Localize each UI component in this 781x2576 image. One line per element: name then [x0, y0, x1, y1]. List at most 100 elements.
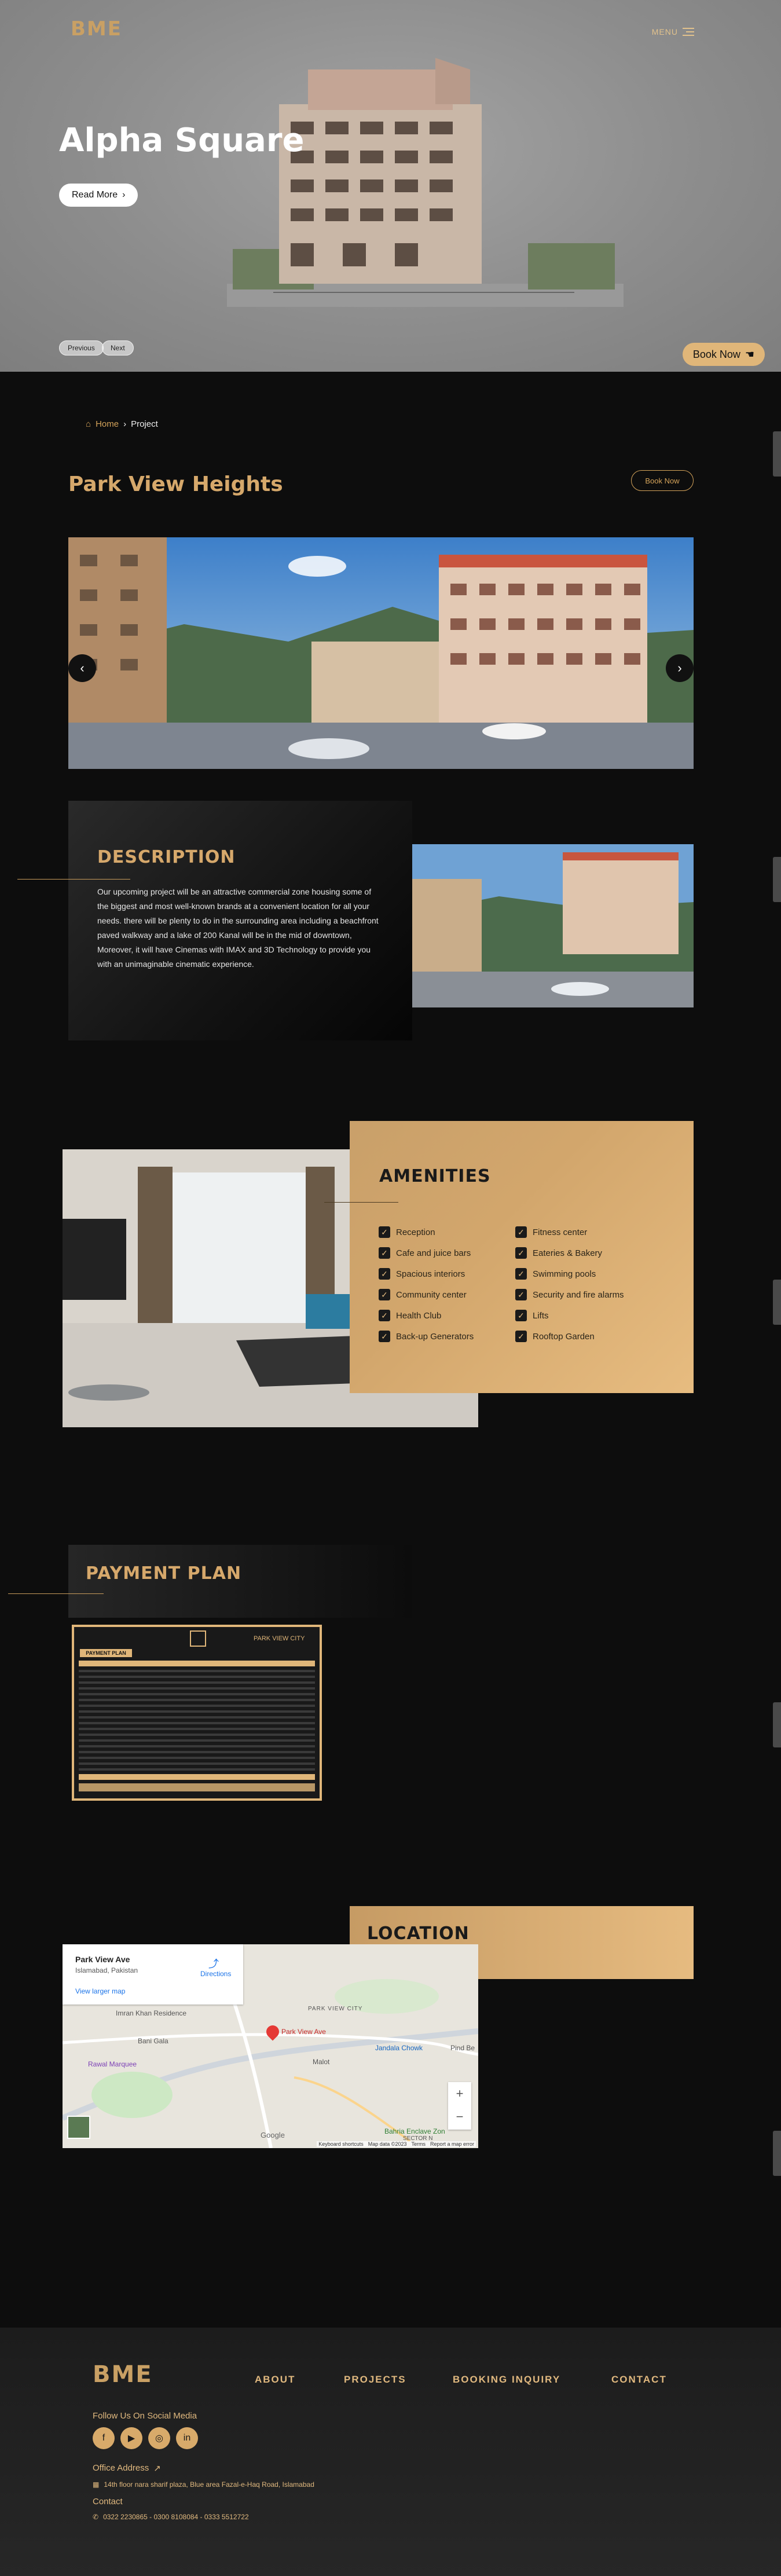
location-map[interactable]: Park View Ave Islamabad, Pakistan View l… [63, 1944, 478, 2148]
map-label: Rawal Marquee [88, 2060, 137, 2068]
contact-heading: Contact [93, 2497, 123, 2507]
home-icon[interactable]: ⌂ [86, 419, 91, 429]
map-label: Imran Khan Residence [116, 2009, 187, 2017]
side-tab[interactable] [773, 2131, 781, 2176]
footer-nav-contact[interactable]: CONTACT [611, 2374, 667, 2386]
linkedin-icon[interactable]: in [176, 2427, 198, 2449]
check-icon: ✓ [379, 1310, 390, 1321]
check-icon: ✓ [515, 1247, 527, 1259]
building-logo-icon [190, 1630, 206, 1647]
amenity-item: ✓ Cafe and juice bars [379, 1247, 471, 1259]
directions-link[interactable]: Directions [200, 1970, 231, 1978]
amenity-label: Spacious interiors [396, 1269, 465, 1279]
hero-logo[interactable]: BME [71, 17, 122, 41]
building-icon: ▦ [93, 2480, 100, 2489]
external-link-icon[interactable]: ↗ [153, 2463, 161, 2474]
check-icon: ✓ [515, 1310, 527, 1321]
hamburger-icon [683, 25, 694, 38]
instagram-icon[interactable]: ◎ [148, 2427, 170, 2449]
amenity-item: ✓ Swimming pools [515, 1268, 596, 1280]
office-address-row: ▦ 14th floor nara sharif plaza, Blue are… [93, 2480, 314, 2489]
divider-line [17, 879, 130, 880]
slider-next-button[interactable]: Next [102, 340, 134, 356]
youtube-icon[interactable]: ▶ [120, 2427, 142, 2449]
map-footer-link[interactable]: Keyboard shortcuts [318, 2141, 364, 2147]
side-tab[interactable] [773, 1280, 781, 1325]
amenity-label: Back-up Generators [396, 1331, 474, 1342]
zoom-out-button[interactable]: − [448, 2105, 471, 2128]
hero-building-image [227, 58, 624, 307]
map-pin-label: Park View Ave [281, 2028, 326, 2036]
hero-title: Alpha Square [59, 122, 305, 159]
menu-button[interactable]: MENU [652, 25, 694, 38]
map-label: PARK VIEW CITY [308, 2006, 363, 2012]
side-tab[interactable] [773, 1702, 781, 1747]
facebook-icon[interactable]: f [93, 2427, 115, 2449]
book-now-floating-button[interactable]: Book Now ☚ [682, 343, 765, 366]
amenity-item: ✓ Spacious interiors [379, 1268, 465, 1280]
amenity-item: ✓ Lifts [515, 1310, 549, 1321]
view-larger-map-link[interactable]: View larger map [75, 1987, 125, 1995]
breadcrumb-home-link[interactable]: Home [96, 419, 119, 429]
footer: BME ABOUT PROJECTS BOOKING INQUIRY CONTA… [0, 2328, 781, 2576]
description-image [412, 844, 694, 1007]
amenity-item: ✓ Fitness center [515, 1226, 587, 1238]
footer-nav-booking[interactable]: BOOKING INQUIRY [453, 2374, 560, 2386]
book-now-button[interactable]: Book Now [631, 470, 694, 491]
gallery-next-button[interactable]: › [666, 654, 694, 682]
project-gallery-image [68, 537, 694, 769]
amenity-item: ✓ Back-up Generators [379, 1331, 474, 1342]
amenity-item: ✓ Health Club [379, 1310, 441, 1321]
social-heading: Follow Us On Social Media [93, 2411, 197, 2421]
zoom-in-button[interactable]: + [448, 2082, 471, 2105]
gallery-previous-button[interactable]: ‹ [68, 654, 96, 682]
amenity-label: Fitness center [533, 1227, 588, 1237]
google-logo: Google [261, 2131, 285, 2139]
amenity-label: Eateries & Bakery [533, 1248, 603, 1258]
map-label: Bani Gala [138, 2037, 168, 2045]
map-info-card: Park View Ave Islamabad, Pakistan View l… [63, 1944, 243, 2005]
map-layer-toggle[interactable] [67, 2116, 90, 2139]
amenity-label: Swimming pools [533, 1269, 596, 1279]
divider-line [8, 1593, 104, 1594]
amenity-item: ✓ Rooftop Garden [515, 1331, 595, 1342]
payment-plan-sheet-title: PAYMENT PLAN [80, 1649, 132, 1657]
chevron-right-icon: › [123, 419, 127, 429]
amenity-item: ✓ Reception [379, 1226, 435, 1238]
phone-row: ✆ 0322 2230865 - 0300 8108084 - 0333 551… [93, 2513, 249, 2521]
amenity-item: ✓ Community center [379, 1289, 467, 1300]
office-heading-row: Office Address ↗ [93, 2463, 161, 2474]
slider-previous-button[interactable]: Previous [59, 340, 104, 356]
side-tab[interactable] [773, 857, 781, 902]
description-heading: DESCRIPTION [97, 847, 236, 867]
amenity-label: Lifts [533, 1310, 549, 1321]
amenity-label: Reception [396, 1227, 435, 1237]
map-footer-link[interactable]: Terms [411, 2141, 426, 2147]
check-icon: ✓ [515, 1268, 527, 1280]
side-tab[interactable] [773, 431, 781, 477]
footer-logo[interactable]: BME [93, 2361, 153, 2388]
payment-plan-image[interactable]: PAYMENT PLAN PARK VIEW CITY [72, 1625, 322, 1801]
read-more-button[interactable]: Read More › [59, 184, 138, 207]
map-footer-link[interactable]: Report a map error [430, 2141, 474, 2147]
amenity-label: Rooftop Garden [533, 1331, 595, 1342]
amenity-label: Health Club [396, 1310, 442, 1321]
check-icon: ✓ [515, 1331, 527, 1342]
book-now-label: Book Now [692, 348, 740, 360]
amenity-label: Cafe and juice bars [396, 1248, 471, 1258]
check-icon: ✓ [379, 1289, 390, 1300]
footer-nav-about[interactable]: ABOUT [255, 2374, 295, 2386]
directions-icon[interactable]: ⤴ [208, 1956, 219, 1971]
project-title: Park View Heights [68, 472, 283, 496]
phone-icon: ✆ [93, 2513, 99, 2521]
amenity-item: ✓ Security and fire alarms [515, 1289, 624, 1300]
menu-label: MENU [651, 27, 678, 36]
map-label: Pind Be [450, 2044, 475, 2052]
footer-nav-projects[interactable]: PROJECTS [344, 2374, 406, 2386]
hand-pointer-icon: ☚ [745, 348, 754, 360]
office-heading: Office Address [93, 2463, 149, 2473]
divider-line [324, 1202, 398, 1203]
check-icon: ✓ [379, 1226, 390, 1238]
map-footer-link: Map data ©2023 [368, 2141, 407, 2147]
amenity-label: Community center [396, 1289, 467, 1300]
